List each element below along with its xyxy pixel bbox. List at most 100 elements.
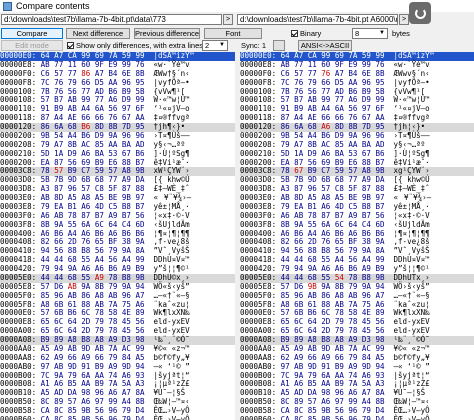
hex-byte: B4 bbox=[348, 68, 358, 78]
hex-byte: 7D bbox=[121, 122, 131, 131]
font-button[interactable]: Font bbox=[204, 28, 262, 39]
compare-window-icon bbox=[3, 1, 12, 11]
hex-byte: B4 bbox=[108, 68, 118, 78]
left-hex-row[interactable]: 0000B60: CA 8C 85 9B 56 96 79 D4 ÊŒ…›V–y… bbox=[0, 414, 235, 420]
hex-byte: 86 bbox=[280, 122, 290, 131]
hex-byte: D6 bbox=[294, 281, 304, 291]
hex-byte: 57 bbox=[40, 281, 50, 291]
hex-byte: 59 bbox=[94, 166, 104, 176]
title-bar: Compare contents bbox=[0, 0, 474, 12]
hex-byte: 55 bbox=[81, 272, 91, 282]
hex-byte: C7 bbox=[81, 166, 91, 176]
left-browse-button[interactable]: > bbox=[223, 14, 233, 25]
binary-check-box[interactable] bbox=[291, 30, 298, 37]
hex-byte: 77 bbox=[307, 68, 317, 78]
hex-byte: 86 bbox=[40, 122, 50, 131]
edit-mode-button[interactable]: Edit mode bbox=[1, 40, 63, 51]
hex-byte: 8B bbox=[334, 281, 344, 291]
hex-byte: C6 bbox=[40, 68, 50, 78]
hex-byte: 8B bbox=[94, 281, 104, 291]
show-only-differences-label: Show only differences, with extra lines: bbox=[76, 41, 206, 50]
hex-byte: B9 bbox=[67, 166, 77, 176]
left-hex-pane[interactable]: 00000E0: 64 A7 CA 99 69 7A 59 99 |dSÅ™iz… bbox=[0, 52, 235, 420]
hex-byte: C7 bbox=[321, 166, 331, 176]
hex-byte: 57 bbox=[54, 166, 64, 176]
hex-byte: D6 bbox=[54, 281, 64, 291]
hex-byte: 6E bbox=[361, 68, 371, 78]
hex-byte: 67 bbox=[294, 166, 304, 176]
chevron-down-icon: ▼ bbox=[219, 42, 225, 48]
hex-byte: A8 bbox=[361, 166, 371, 176]
hex-byte: 68 bbox=[307, 272, 317, 282]
show-only-differences-check-box[interactable] bbox=[67, 42, 74, 49]
hex-byte: 86 bbox=[81, 68, 91, 78]
refresh-icon[interactable] bbox=[409, 2, 431, 24]
show-only-differences-checkbox[interactable]: Show only differences, with extra lines: bbox=[67, 41, 205, 50]
hex-byte: B8 bbox=[361, 272, 371, 282]
hex-byte: 8D bbox=[94, 122, 104, 131]
row-address: 0000B60: bbox=[0, 414, 37, 420]
sync-options-button[interactable] bbox=[273, 40, 285, 51]
hex-byte: 78 bbox=[108, 272, 118, 282]
hex-byte: A7 bbox=[334, 68, 344, 78]
hex-byte: 77 bbox=[67, 68, 77, 78]
hex-byte: 68 bbox=[67, 272, 77, 282]
sync-label: Sync: 1 bbox=[241, 41, 267, 50]
hex-byte: 8B bbox=[135, 68, 145, 78]
right-hex-pane[interactable]: 00000E0: 64 A7 CA 99 69 7A 59 99 |dSÅ™iz… bbox=[240, 52, 474, 420]
hex-byte: 54 bbox=[334, 272, 344, 282]
hex-byte: 6E bbox=[121, 68, 131, 78]
previous-difference-button[interactable]: Previous difference bbox=[134, 28, 200, 39]
hex-byte: 8B bbox=[348, 122, 358, 131]
hex-byte: 8B bbox=[375, 68, 385, 78]
hex-byte: 68 bbox=[67, 122, 77, 131]
chevron-down-icon: ▼ bbox=[379, 30, 385, 36]
hex-byte: 8B bbox=[108, 122, 118, 131]
hex-byte: 8D bbox=[334, 122, 344, 131]
hex-byte: 95 bbox=[135, 122, 145, 131]
hex-byte: 9B bbox=[135, 272, 145, 282]
bytes-per-line-select[interactable]: 8 ▼ bbox=[352, 28, 388, 39]
hex-byte: B8 bbox=[121, 272, 131, 282]
row-hex-bytes: CA 8C 85 9B 56 96 79 D4 bbox=[280, 414, 385, 420]
hex-byte: 7D bbox=[361, 122, 371, 131]
row-ascii: ÊŒ…›V–yÔ bbox=[393, 414, 430, 420]
hex-byte: 44 bbox=[294, 272, 304, 282]
hex-byte: A7 bbox=[94, 68, 104, 78]
right-browse-button[interactable]: > bbox=[399, 14, 409, 25]
right-hex-row[interactable]: 0000B60: CA 8C 85 9B 56 96 79 D4 ÊŒ…›V–y… bbox=[240, 414, 474, 420]
bytes-label: bytes bbox=[392, 29, 410, 38]
hex-byte: 9A bbox=[81, 281, 91, 291]
window-title: Compare contents bbox=[16, 1, 90, 11]
hex-byte: 57 bbox=[348, 166, 358, 176]
hex-byte: B9 bbox=[307, 166, 317, 176]
row-ascii: ÊŒ…›V–yÔ bbox=[153, 414, 190, 420]
extra-lines-select[interactable]: 2 ▼ bbox=[202, 40, 228, 51]
hex-byte: 78 bbox=[348, 272, 358, 282]
hex-byte: B6 bbox=[81, 122, 91, 131]
ansi-ascii-button[interactable]: ANSI<->ASCII bbox=[298, 40, 352, 51]
hex-byte: 57 bbox=[108, 166, 118, 176]
hex-byte: 9B bbox=[375, 272, 385, 282]
hex-byte: 79 bbox=[348, 281, 358, 291]
hex-byte: 6A bbox=[54, 122, 64, 131]
hex-byte: 9A bbox=[121, 281, 131, 291]
hex-byte: 55 bbox=[321, 272, 331, 282]
hex-byte: AB bbox=[67, 281, 77, 291]
bytes-per-line-value: 8 bbox=[355, 29, 360, 38]
left-path-field[interactable]: d:\downloads\test7b\llama-7b-4bit.pt\dat… bbox=[1, 14, 222, 25]
row-address: 0000B60: bbox=[240, 414, 277, 420]
right-path-field[interactable]: d:\downloads\test7b\llama-7b-4bit.pt A60… bbox=[237, 14, 398, 25]
next-difference-button[interactable]: Next difference bbox=[66, 28, 130, 39]
binary-checkbox[interactable]: Binary bbox=[291, 29, 321, 38]
compare-button[interactable]: Compare bbox=[1, 28, 63, 39]
hex-byte: C6 bbox=[280, 68, 290, 78]
hex-byte: 76 bbox=[321, 68, 331, 78]
hex-byte: 68 bbox=[307, 122, 317, 131]
hex-byte: 57 bbox=[54, 68, 64, 78]
binary-label: Binary bbox=[300, 29, 322, 38]
hex-byte: 44 bbox=[54, 272, 64, 282]
hex-byte: 78 bbox=[280, 166, 290, 176]
hex-byte: 9A bbox=[361, 281, 371, 291]
row-hex-bytes: CA 8C 85 9B 56 96 79 D4 bbox=[40, 414, 145, 420]
